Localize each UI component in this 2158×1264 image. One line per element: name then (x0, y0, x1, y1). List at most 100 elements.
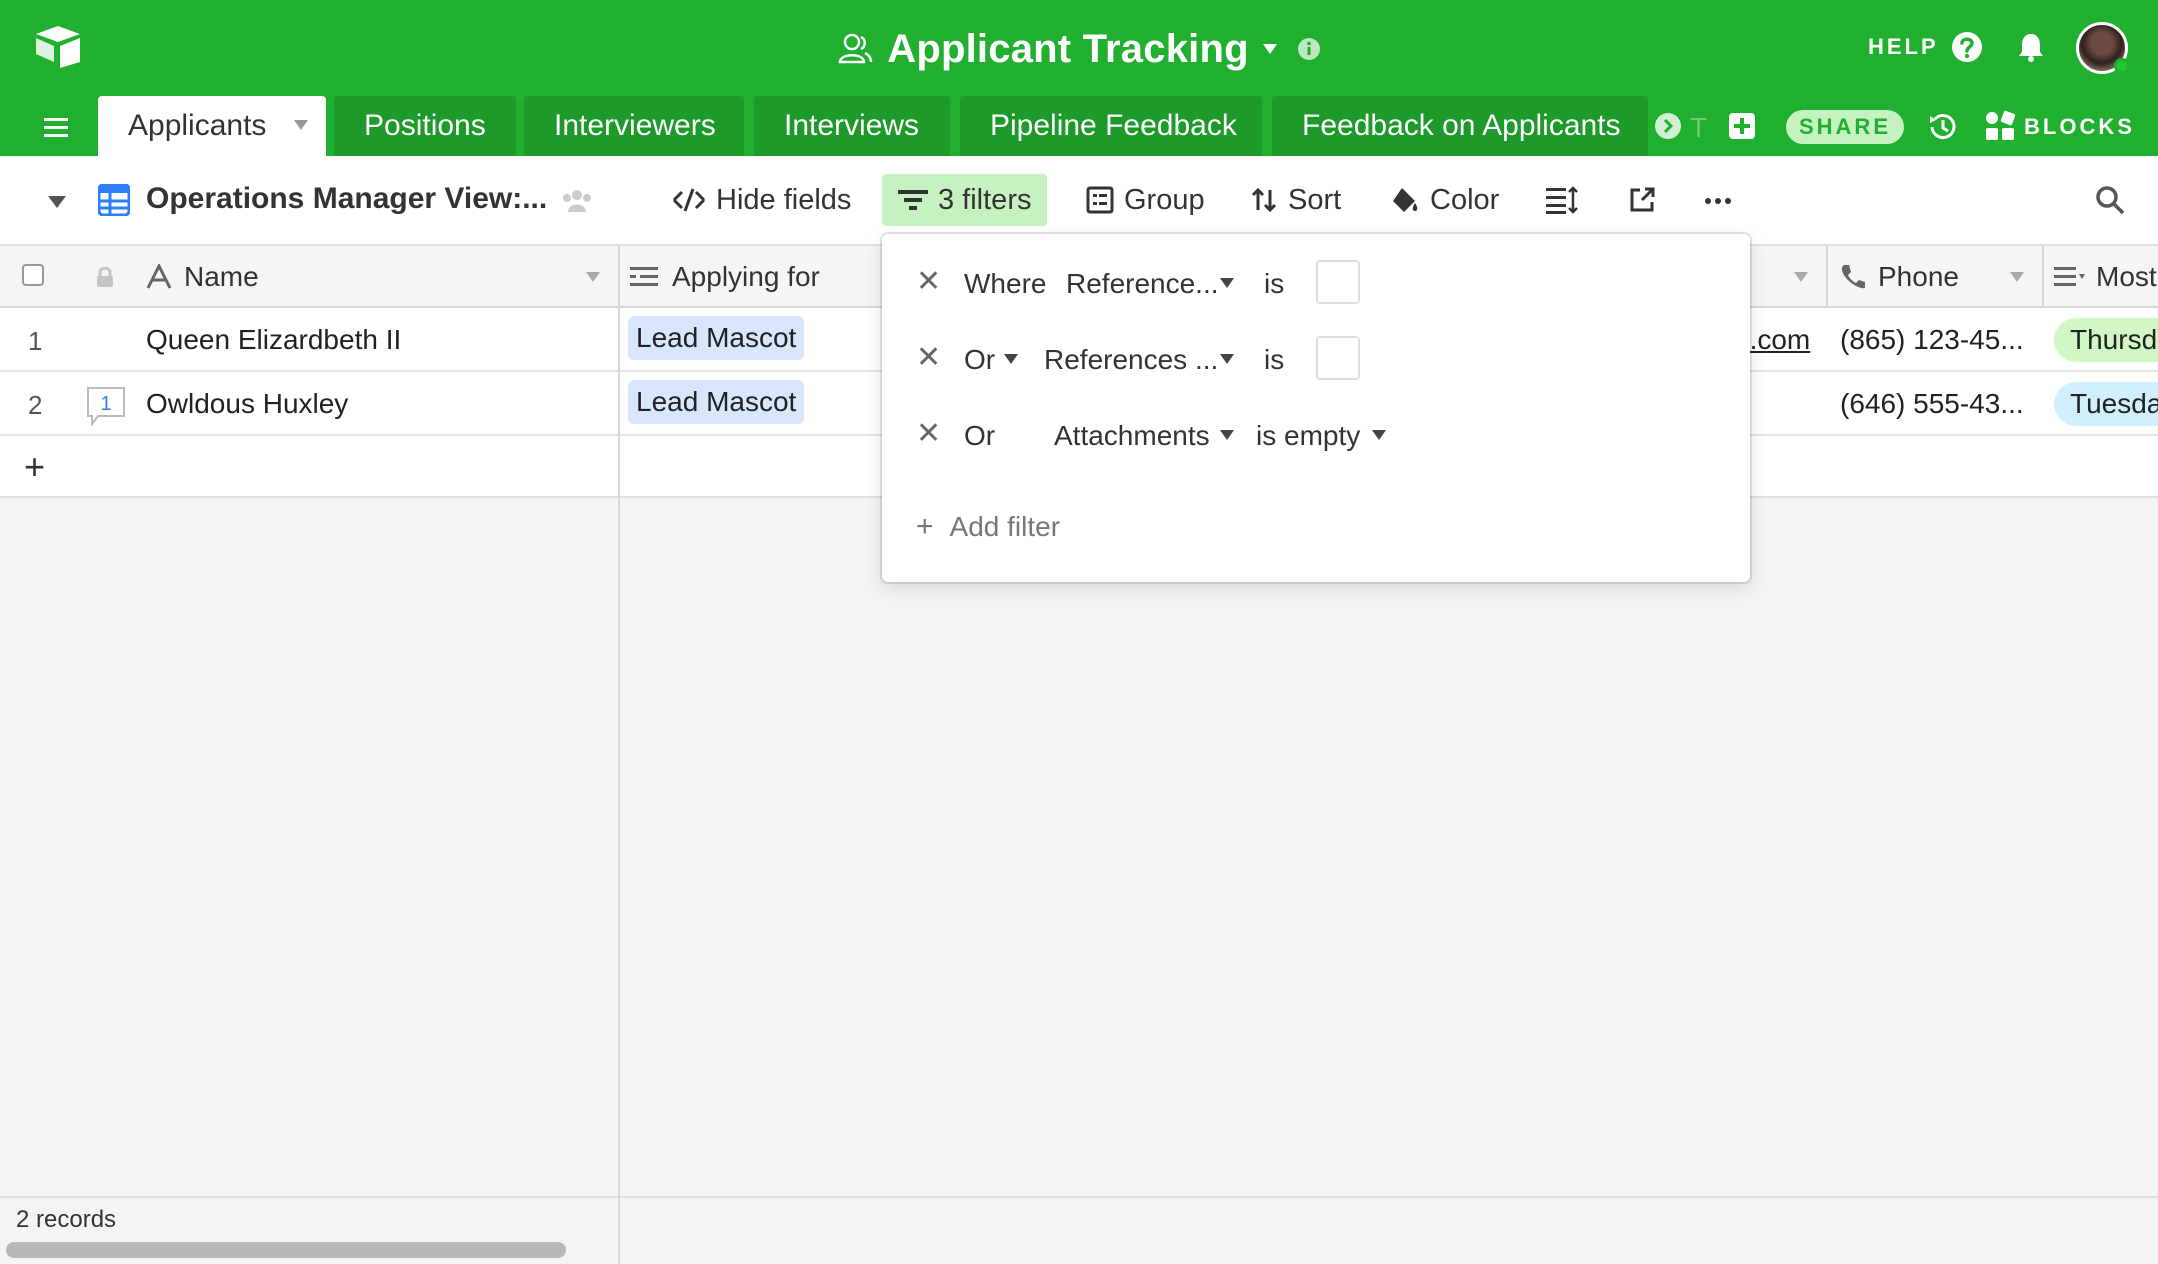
chevron-down-icon[interactable] (294, 120, 308, 130)
hide-fields-button[interactable]: Hide fields (672, 174, 851, 226)
row-height-icon[interactable] (1546, 186, 1578, 214)
bell-icon[interactable] (2014, 30, 2048, 64)
column-header-name[interactable]: Name (146, 246, 259, 308)
filter-value-input[interactable] (1316, 260, 1360, 304)
color-label: Color (1430, 183, 1500, 216)
chevron-down-icon[interactable] (1220, 354, 1234, 364)
linked-record-field-icon (630, 267, 658, 286)
hide-fields-label: Hide fields (716, 183, 852, 216)
filter-icon (898, 190, 928, 210)
name-cell[interactable]: Owldous Huxley (146, 388, 348, 420)
column-header-label: Applying for (672, 261, 820, 292)
phone-icon (1841, 265, 1865, 289)
view-name[interactable]: Operations Manager View:... (146, 182, 547, 216)
column-header-most[interactable]: Most (2054, 246, 2157, 308)
group-button[interactable]: Group (1086, 174, 1205, 226)
filter-operator[interactable]: is (1264, 268, 1284, 300)
tab-interviewers[interactable]: Interviewers (524, 96, 744, 156)
lock-icon (97, 266, 113, 287)
row-number: 1 (28, 326, 43, 356)
share-view-icon[interactable] (1628, 186, 1656, 214)
filter-conjunction-select[interactable]: Or (964, 344, 995, 376)
select-all-checkbox[interactable] (22, 264, 44, 286)
view-switcher-chevron-icon[interactable] (48, 196, 66, 208)
chevron-right-circle-icon[interactable] (1654, 112, 1682, 140)
paint-bucket-icon (1393, 188, 1418, 212)
text-field-icon (146, 264, 172, 289)
primary-column-divider[interactable] (618, 246, 620, 1264)
chevron-down-icon[interactable] (1372, 430, 1386, 440)
remove-filter-icon[interactable]: ✕ (916, 416, 941, 451)
tab-label: Feedback on Applicants (1302, 109, 1621, 142)
color-button[interactable]: Color (1390, 174, 1499, 226)
tab-feedback-on-applicants[interactable]: Feedback on Applicants (1272, 96, 1648, 156)
blocks-icon[interactable] (1984, 110, 2016, 142)
horizontal-scrollbar[interactable] (6, 1242, 566, 1258)
filter-operator[interactable]: is (1264, 344, 1284, 376)
linked-record-pill[interactable]: Lead Mascot (628, 380, 805, 424)
select-option-pill[interactable]: Tuesday (2054, 382, 2158, 426)
filters-label: 3 filters (938, 183, 1032, 216)
search-icon[interactable] (2094, 184, 2126, 216)
plus-icon: + (916, 510, 934, 543)
filter-operator-select[interactable]: is empty (1256, 420, 1360, 452)
chevron-down-icon[interactable] (1220, 278, 1234, 288)
tab-label: Interviews (784, 109, 920, 142)
column-header-applying-for[interactable]: Applying for (630, 246, 820, 308)
column-menu-chevron-icon[interactable] (1794, 272, 1808, 282)
tab-label: Pipeline Feedback (990, 109, 1237, 142)
remove-filter-icon[interactable]: ✕ (916, 264, 941, 299)
filter-conjunction: Or (964, 420, 996, 451)
column-menu-chevron-icon[interactable] (586, 272, 600, 282)
filter-field-select[interactable]: Reference... (1066, 268, 1219, 300)
group-icon (1086, 186, 1114, 214)
help-icon[interactable] (1950, 30, 1984, 64)
sort-label: Sort (1288, 183, 1342, 216)
column-menu-chevron-icon[interactable] (2010, 272, 2024, 282)
add-filter-label: Add filter (949, 511, 1061, 542)
filter-value-input[interactable] (1316, 336, 1360, 380)
remove-filter-icon[interactable]: ✕ (916, 340, 941, 375)
history-icon[interactable] (1926, 110, 1960, 144)
hamburger-menu-icon[interactable] (44, 116, 72, 140)
column-header-phone[interactable]: Phone (1838, 246, 1959, 308)
column-header-label: Name (184, 261, 259, 292)
base-title-area[interactable]: Applicant Tracking (0, 24, 2158, 74)
base-title: Applicant Tracking (887, 26, 1249, 71)
chevron-down-icon[interactable] (1262, 44, 1277, 54)
select-option-pill[interactable]: Thursda (2054, 318, 2158, 362)
grid-view-icon (98, 184, 130, 216)
linked-record-pill[interactable]: Lead Mascot (628, 316, 805, 360)
name-cell[interactable]: Queen Elizardbeth II (146, 324, 401, 356)
collaborator-icon (839, 33, 873, 64)
tab-positions[interactable]: Positions (334, 96, 516, 156)
sort-button[interactable]: Sort (1250, 174, 1341, 226)
record-count: 2 records (16, 1206, 117, 1233)
add-filter-button[interactable]: + Add filter (916, 510, 1060, 544)
filter-field-select[interactable]: Attachments (1054, 420, 1210, 452)
phone-cell[interactable]: (865) 123-45... (1840, 324, 2024, 356)
tab-label: Positions (364, 109, 486, 142)
add-table-icon[interactable] (1728, 112, 1756, 140)
filter-field-select[interactable]: References ... (1044, 344, 1218, 376)
share-button[interactable]: SHARE (1786, 110, 1904, 144)
info-icon[interactable] (1297, 37, 1321, 61)
tab-applicants[interactable]: Applicants (98, 96, 326, 156)
comment-count-icon[interactable]: 1 (86, 386, 126, 426)
tab-label: Interviewers (554, 109, 716, 142)
chevron-down-icon[interactable] (1220, 430, 1234, 440)
comment-count: 1 (100, 393, 111, 415)
sort-icon (1251, 187, 1277, 213)
more-options-icon[interactable] (1704, 196, 1732, 206)
tab-interviews[interactable]: Interviews (754, 96, 950, 156)
overflow-tab-label[interactable]: T (1690, 112, 1707, 144)
add-record-plus-icon[interactable]: + (24, 446, 45, 488)
help-link[interactable]: HELP (1868, 34, 1939, 60)
blocks-button[interactable]: BLOCKS (2024, 114, 2135, 140)
hide-fields-icon (672, 188, 706, 212)
phone-cell[interactable]: (646) 555-43... (1840, 388, 2024, 420)
collaborative-view-icon (563, 190, 591, 212)
tab-pipeline-feedback[interactable]: Pipeline Feedback (960, 96, 1262, 156)
chevron-down-icon[interactable] (1004, 354, 1018, 364)
filters-button[interactable]: 3 filters (882, 174, 1048, 226)
